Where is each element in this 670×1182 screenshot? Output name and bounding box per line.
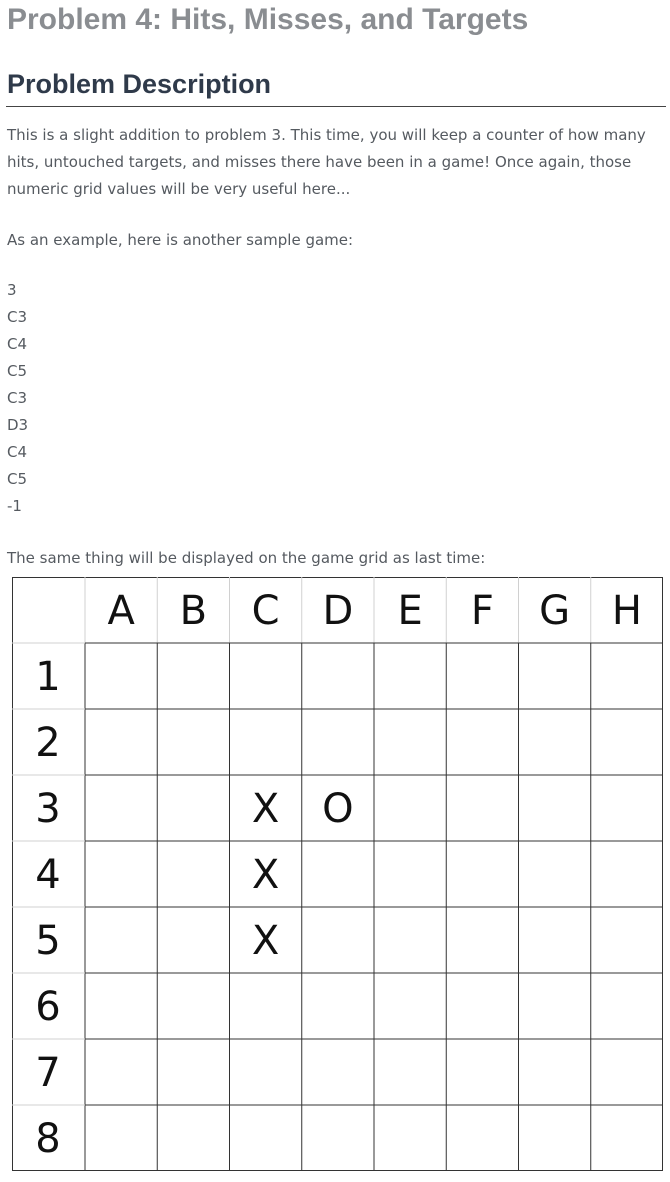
row-label: 6 xyxy=(35,984,60,1030)
column-label: A xyxy=(107,588,135,634)
sample-input-line: C3 xyxy=(7,389,28,407)
sample-input-line: -1 xyxy=(7,497,22,515)
game-grid-svg: A B C D E F G H12345678X OXX xyxy=(12,577,663,1171)
description-paragraph: This is a slight addition to problem 3. … xyxy=(7,126,646,198)
row-label: 3 xyxy=(35,786,60,832)
sample-input-line: C4 xyxy=(7,335,28,353)
grid-intro-paragraph: The same thing will be displayed on the … xyxy=(7,549,486,567)
miss-mark: O xyxy=(322,786,353,832)
row-label: 7 xyxy=(35,1050,60,1096)
hit-mark: X xyxy=(252,852,279,898)
game-grid: ABCDEFGH12345678XOXX xyxy=(12,577,663,1173)
example-intro-paragraph: As an example, here is another sample ga… xyxy=(7,231,354,249)
page-title: Problem 4: Hits, Misses, and Targets xyxy=(7,3,529,36)
sample-input-line: C5 xyxy=(7,362,28,380)
column-label: D xyxy=(322,588,353,634)
column-label: B xyxy=(180,588,207,634)
heading-divider xyxy=(6,106,666,107)
row-label: 1 xyxy=(35,654,60,700)
sample-input-line: C3 xyxy=(7,308,28,326)
column-label: E xyxy=(397,588,422,634)
column-label: F xyxy=(471,588,494,634)
row-label: 5 xyxy=(35,918,60,964)
sample-input-line: C4 xyxy=(7,443,28,461)
sample-game-input: 3 C3 C4 C5 C3 D3 C4 C5 -1 xyxy=(7,277,28,520)
grid-border xyxy=(12,577,663,1171)
sample-input-line: 3 xyxy=(7,281,17,299)
row-label: 8 xyxy=(35,1116,60,1162)
section-heading: Problem Description xyxy=(7,69,272,99)
hit-mark: X xyxy=(252,918,279,964)
row-label: 2 xyxy=(35,720,60,766)
sample-input-line: C5 xyxy=(7,470,28,488)
sample-input-line: D3 xyxy=(7,416,29,434)
column-label: G xyxy=(539,588,570,634)
row-label: 4 xyxy=(35,852,60,898)
hit-mark: X xyxy=(252,786,279,832)
column-label: H xyxy=(612,588,642,634)
column-label: C xyxy=(252,588,280,634)
